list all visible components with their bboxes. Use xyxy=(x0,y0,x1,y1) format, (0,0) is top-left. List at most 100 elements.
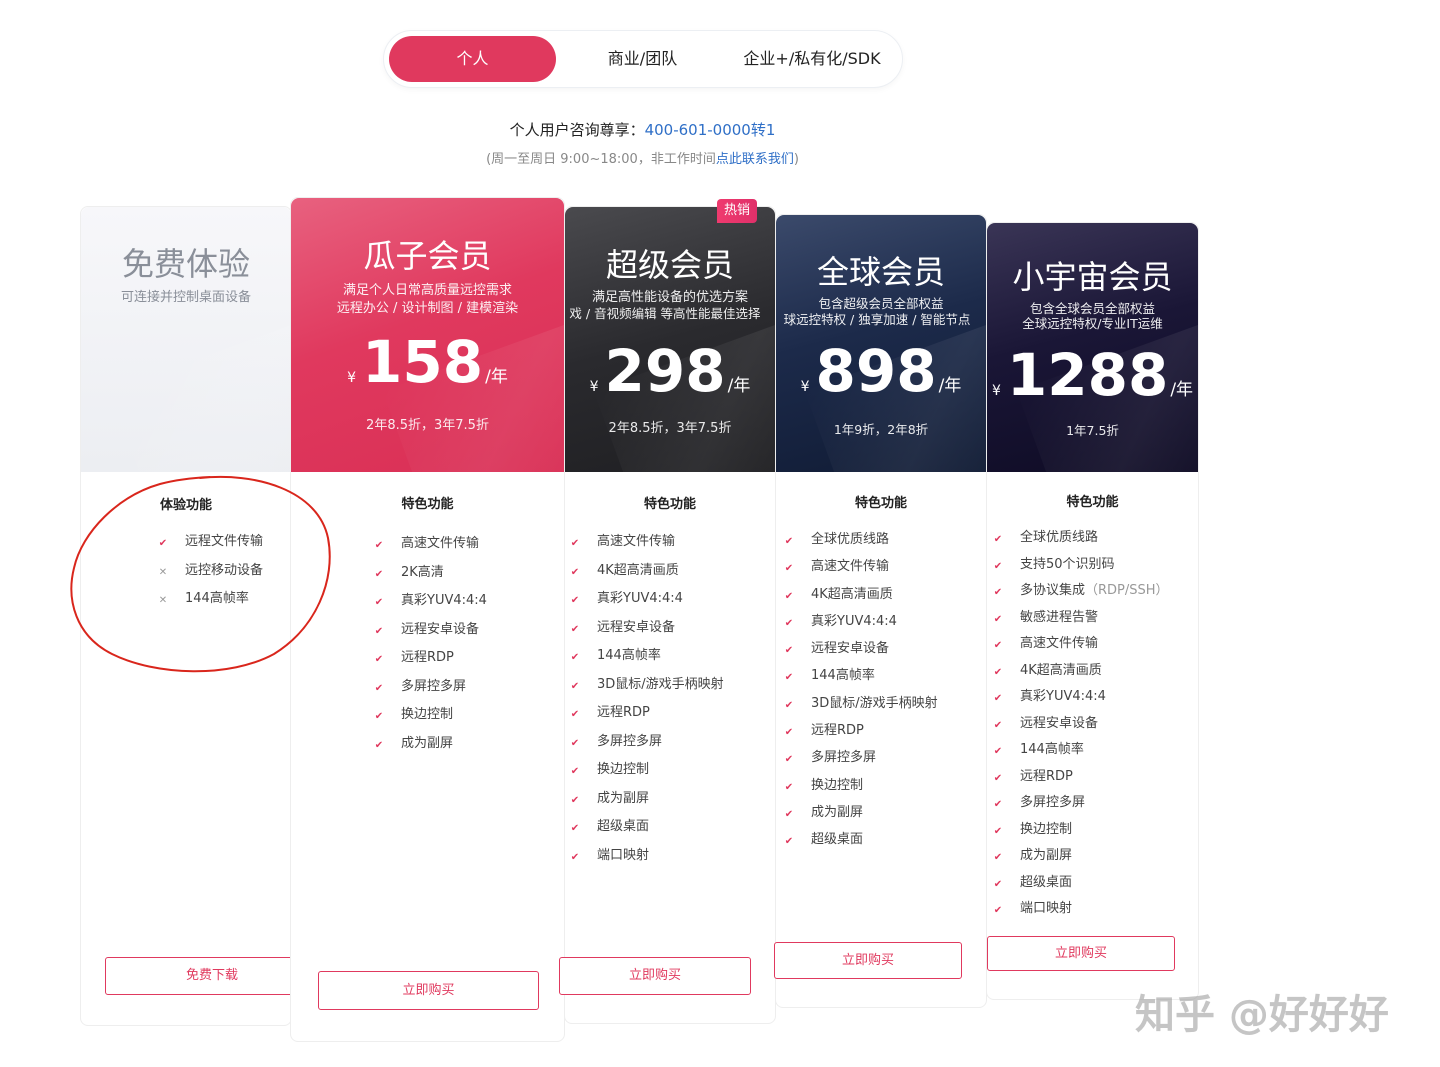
tab-personal[interactable]: 个人 xyxy=(389,36,556,82)
discount: 1年7.5折 xyxy=(1066,423,1119,438)
feature-item: ✔ 真彩YUV4:4:4 xyxy=(783,612,938,639)
feature-label: 远程RDP xyxy=(811,723,864,739)
check-icon: ✔ xyxy=(993,640,1003,651)
feature-item: ✔ 全球优质线路 xyxy=(783,530,938,557)
tab-enterprise[interactable]: 企业+/私有化/SDK xyxy=(726,36,898,82)
consult-label: 个人用户咨询尊享： xyxy=(509,121,645,139)
check-icon: ✔ xyxy=(993,825,1003,837)
feature-item: ✔ 远程RDP xyxy=(783,721,938,748)
consult-line: 个人用户咨询尊享：400-601-0000转1 xyxy=(0,119,1285,140)
feature-item: ✔ 超级桌面 xyxy=(992,873,1169,900)
check-icon: ✔ xyxy=(374,540,384,551)
feature-label: 超级桌面 xyxy=(597,819,650,834)
feature-item: ✔ 4K超高清画质 xyxy=(569,561,724,590)
check-icon: ✔ xyxy=(570,766,580,777)
tab-business-team[interactable]: 商业/团队 xyxy=(559,36,726,82)
feature-item: ✔ 远程安卓设备 xyxy=(783,639,938,666)
check-icon: ✔ xyxy=(993,666,1003,678)
feature-item: ✔ 全球优质线路 xyxy=(992,528,1169,555)
service-hours-text: (周一至周日 9:00~18:00，非工作时间 xyxy=(486,152,716,167)
buy-button[interactable]: 立即购买 xyxy=(987,936,1175,971)
feature-item: ✔ 远程安卓设备 xyxy=(373,620,487,649)
check-icon: ✔ xyxy=(784,754,794,766)
feature-item: ✔ 换边控制 xyxy=(992,820,1169,847)
feature-item: ✔ 4K超高清画质 xyxy=(783,585,938,612)
check-icon: ✔ xyxy=(993,746,1003,757)
check-icon: ✔ xyxy=(784,645,794,657)
feature-title: 特色功能 xyxy=(854,496,907,511)
feature-label: 端口映射 xyxy=(1020,901,1073,916)
feature-label: 敏感进程告警 xyxy=(1020,609,1099,625)
plan-header-universe: 小宇宙会员 包含全球会员全部权益 全球远控特权/专业IT运维 ¥1288/年 1… xyxy=(987,223,1198,472)
contact-us-link[interactable]: 点此联系我们 xyxy=(716,152,794,167)
plan-card-universe: 小宇宙会员 包含全球会员全部权益 全球远控特权/专业IT运维 ¥1288/年 1… xyxy=(986,222,1199,1000)
currency: ¥ xyxy=(800,379,810,395)
check-icon: ✔ xyxy=(784,808,794,820)
check-icon: ✔ xyxy=(993,693,1003,704)
feature-item: ✔ 远程RDP xyxy=(992,767,1169,794)
feature-label: 换边控制 xyxy=(401,707,454,722)
feature-label: 真彩YUV4:4:4 xyxy=(597,591,683,606)
price-unit: /年 xyxy=(1170,380,1194,400)
feature-item: ✔ 端口映射 xyxy=(569,846,724,875)
check-icon: ✔ xyxy=(993,799,1003,810)
feature-item: ✔ 真彩YUV4:4:4 xyxy=(373,591,487,620)
check-icon: ✔ xyxy=(570,709,580,720)
price-amount: 898 xyxy=(815,337,937,405)
feature-item: ✔ 多屏控多屏 xyxy=(992,793,1169,820)
check-icon: ✔ xyxy=(570,595,580,606)
price-unit: /年 xyxy=(938,376,962,396)
feature-label: 多屏控多屏 xyxy=(1020,795,1086,810)
check-icon: ✔ xyxy=(784,590,794,602)
check-icon: ✔ xyxy=(374,597,384,608)
feature-item: ✔ 敏感进程告警 xyxy=(992,608,1169,635)
feature-item: ✔ 3D鼠标/游戏手柄映射 xyxy=(569,675,724,704)
plan-card-global: 全球会员 包含超级会员全部权益 球远控特权 / 独享加速 / 智能节点 ¥898… xyxy=(774,214,987,1008)
check-icon: ✔ xyxy=(784,699,794,711)
plan-header-super: 超级会员 满足高性能设备的优选方案 戏 / 音视频编辑 等高性能最佳选择 ¥29… xyxy=(565,207,775,472)
discount: 2年8.5折，3年7.5折 xyxy=(608,421,732,436)
plan-desc-line1: 满足高性能设备的优选方案 xyxy=(591,290,748,305)
feature-label: 换边控制 xyxy=(811,777,864,793)
plan-title: 免费体验 xyxy=(121,245,250,283)
feature-item: ✔ 成为副屏 xyxy=(569,789,724,818)
feature-label: 成为副屏 xyxy=(1020,848,1073,863)
feature-item: ✔ 成为副屏 xyxy=(992,846,1169,873)
feature-label: 真彩YUV4:4:4 xyxy=(811,613,897,629)
price: ¥158/年 xyxy=(291,328,564,396)
plan-header-global: 全球会员 包含超级会员全部权益 球远控特权 / 独享加速 / 智能节点 ¥898… xyxy=(776,215,986,472)
plan-card-super: 超级会员 满足高性能设备的优选方案 戏 / 音视频编辑 等高性能最佳选择 ¥29… xyxy=(559,199,776,1024)
free-download-button[interactable]: 免费下载 xyxy=(105,957,319,995)
feature-item: ✔ 4K超高清画质 xyxy=(992,661,1169,688)
feature-item: ✔ 多屏控多屏 xyxy=(373,677,487,706)
feature-item: ✔ 144高帧率 xyxy=(783,666,938,693)
feature-label: 全球优质线路 xyxy=(811,532,890,547)
feature-item: ✔ 换边控制 xyxy=(569,760,724,789)
check-icon: ✔ xyxy=(993,587,1003,598)
check-icon: ✔ xyxy=(784,617,794,629)
check-icon: ✔ xyxy=(993,878,1003,890)
check-icon: ✔ xyxy=(570,623,580,635)
feature-item: ✔ 远程安卓设备 xyxy=(569,618,724,647)
currency: ¥ xyxy=(589,379,599,395)
feature-item: ✔ 高速文件传输 xyxy=(783,557,938,584)
feature-label: 远程RDP xyxy=(401,650,454,665)
feature-label: 成为副屏 xyxy=(401,735,454,751)
feature-item: ✔ 超级桌面 xyxy=(783,830,938,857)
check-icon: ✔ xyxy=(784,781,794,793)
check-icon: ✔ xyxy=(784,836,794,848)
buy-button[interactable]: 立即购买 xyxy=(318,971,539,1010)
price-amount: 158 xyxy=(362,328,484,396)
consult-phone[interactable]: 400-601-0000转1 xyxy=(645,121,776,139)
check-icon: ✔ xyxy=(570,794,580,806)
buy-button[interactable]: 立即购买 xyxy=(559,957,751,995)
feature-label: 高速文件传输 xyxy=(1020,636,1099,651)
plan-title: 全球会员 xyxy=(816,253,945,291)
watermark: 知乎 @好好好 xyxy=(1135,992,1389,1038)
feature-item: ✔ 2K高清 xyxy=(373,563,487,592)
check-icon: ✔ xyxy=(993,852,1003,863)
feature-item: ✔ 多协议集成（RDP/SSH） xyxy=(992,581,1169,608)
buy-button[interactable]: 立即购买 xyxy=(774,942,962,979)
price-amount: 298 xyxy=(604,337,726,405)
price-unit: /年 xyxy=(727,376,751,396)
